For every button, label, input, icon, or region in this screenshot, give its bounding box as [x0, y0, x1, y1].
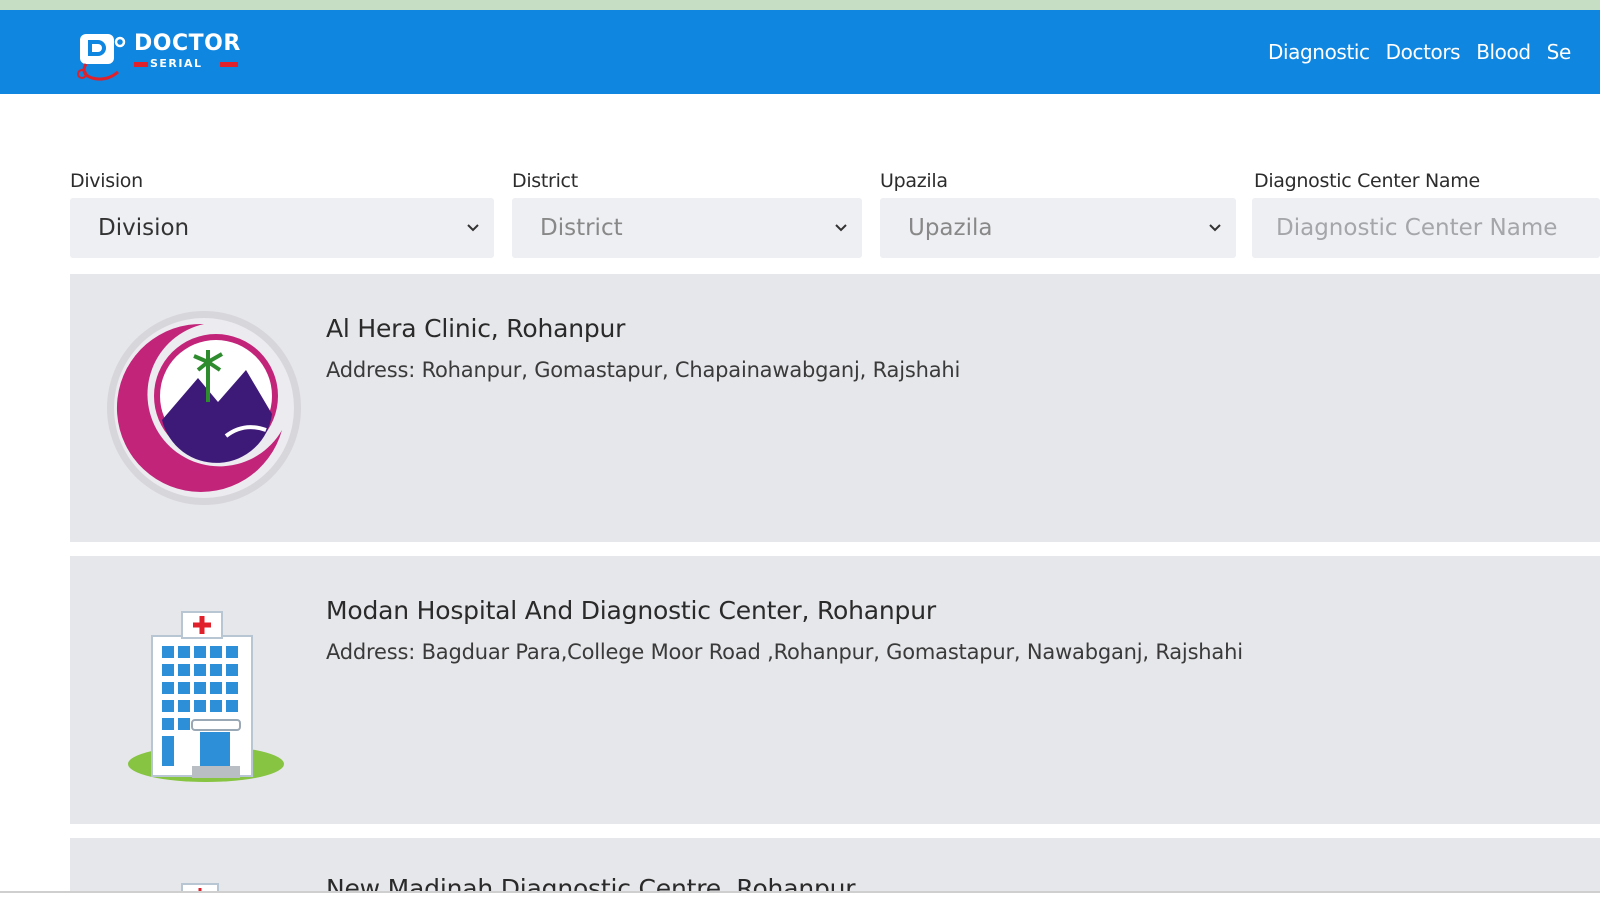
- result-card[interactable]: New Madinah Diagnostic Centre, Rohanpur: [70, 838, 1600, 891]
- logo-ds-icon: [77, 34, 126, 81]
- logo-red-bar-right: [220, 62, 238, 67]
- district-label: District: [512, 170, 578, 192]
- logo-sub-text: SERIAL: [150, 57, 203, 70]
- district-select[interactable]: District: [512, 198, 862, 258]
- chevron-down-icon: [835, 224, 847, 232]
- result-title[interactable]: Modan Hospital And Diagnostic Center, Ro…: [326, 596, 936, 625]
- upazila-select-value: Upazila: [908, 215, 993, 241]
- nav-link-truncated[interactable]: Se: [1547, 40, 1572, 64]
- center-name-label: Diagnostic Center Name: [1254, 170, 1480, 192]
- nav-link-doctors[interactable]: Doctors: [1386, 40, 1461, 64]
- viewport-bottom-border: [0, 891, 1600, 893]
- chevron-down-icon: [467, 224, 479, 232]
- result-card[interactable]: Modan Hospital And Diagnostic Center, Ro…: [70, 556, 1600, 824]
- clinic-logo-icon: [107, 311, 301, 505]
- logo-main-text: DOCTOR: [134, 31, 241, 56]
- center-name-input[interactable]: [1252, 198, 1600, 258]
- result-address: Address: Bagduar Para,College Moor Road …: [326, 640, 1243, 664]
- division-label: Division: [70, 170, 143, 192]
- top-navbar: DOCTOR SERIAL Diagnostic Doctors Blood S…: [0, 10, 1600, 94]
- doctor-serial-logo[interactable]: DOCTOR SERIAL: [74, 28, 254, 88]
- upazila-label: Upazila: [880, 170, 948, 192]
- main-nav: Diagnostic Doctors Blood Se: [1268, 10, 1600, 94]
- upazila-select[interactable]: Upazila: [880, 198, 1236, 258]
- result-address: Address: Rohanpur, Gomastapur, Chapainaw…: [326, 358, 961, 382]
- district-select-value: District: [540, 215, 623, 241]
- nav-link-diagnostic[interactable]: Diagnostic: [1268, 40, 1370, 64]
- division-select-value: Division: [98, 215, 190, 241]
- logo-red-bar-left: [134, 62, 148, 67]
- hospital-building-icon: [181, 883, 219, 891]
- division-select[interactable]: Division: [70, 198, 494, 258]
- browser-top-strip: [0, 0, 1600, 10]
- result-title[interactable]: Al Hera Clinic, Rohanpur: [326, 314, 625, 343]
- hospital-building-icon: [128, 611, 284, 782]
- nav-link-blood[interactable]: Blood: [1476, 40, 1531, 64]
- result-title[interactable]: New Madinah Diagnostic Centre, Rohanpur: [326, 874, 856, 891]
- result-card[interactable]: Al Hera Clinic, Rohanpur Address: Rohanp…: [70, 274, 1600, 542]
- chevron-down-icon: [1209, 224, 1221, 232]
